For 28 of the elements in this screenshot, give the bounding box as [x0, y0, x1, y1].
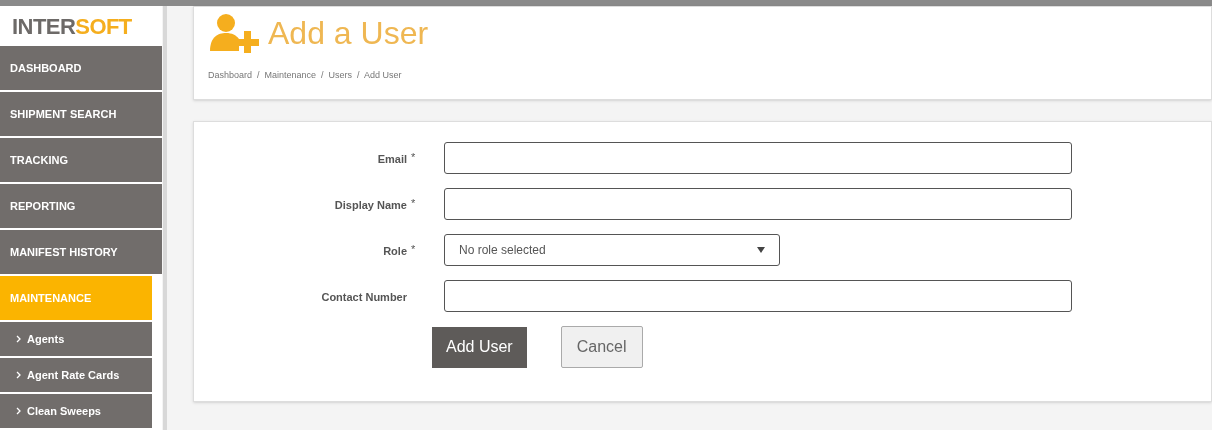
input-field[interactable]	[444, 188, 1072, 220]
chevron-icon	[16, 335, 21, 343]
dropdown-arrow-icon	[757, 247, 765, 253]
breadcrumb: Dashboard / Maintenance / Users / Add User	[208, 69, 403, 82]
sidebar-item[interactable]: TRACKING	[0, 138, 162, 184]
required-mark: *	[410, 241, 417, 257]
sidebar-item[interactable]: MANIFEST HISTORY	[0, 230, 162, 276]
sidebar-item[interactable]: DASHBOARD	[0, 46, 162, 92]
logo: INTERSOFT	[11, 12, 133, 41]
submenu-item[interactable]: Agent Rate Cards	[0, 358, 152, 394]
add-user-button[interactable]: Add User	[432, 326, 527, 368]
page-title: Add a User	[268, 17, 429, 49]
sidebar-item[interactable]: REPORTING	[0, 184, 162, 230]
input-field[interactable]	[444, 280, 1072, 312]
chevron-icon	[16, 371, 21, 379]
required-mark: *	[410, 195, 417, 211]
field-label: Email	[377, 151, 407, 167]
required-mark: *	[410, 149, 417, 165]
role-dropdown[interactable]: No role selected	[444, 234, 780, 266]
field-label: Contact Number	[321, 289, 407, 305]
input-field[interactable]	[444, 142, 1072, 174]
cancel-button[interactable]: Cancel	[560, 326, 643, 368]
field-label: Display Name	[334, 197, 407, 213]
field-label: Role	[383, 243, 407, 259]
sidebar-item[interactable]: SHIPMENT SEARCH	[0, 92, 162, 138]
submenu-item[interactable]: Agents	[0, 322, 152, 358]
submenu-item[interactable]: Clean Sweeps	[0, 394, 152, 430]
chevron-icon	[16, 407, 21, 415]
